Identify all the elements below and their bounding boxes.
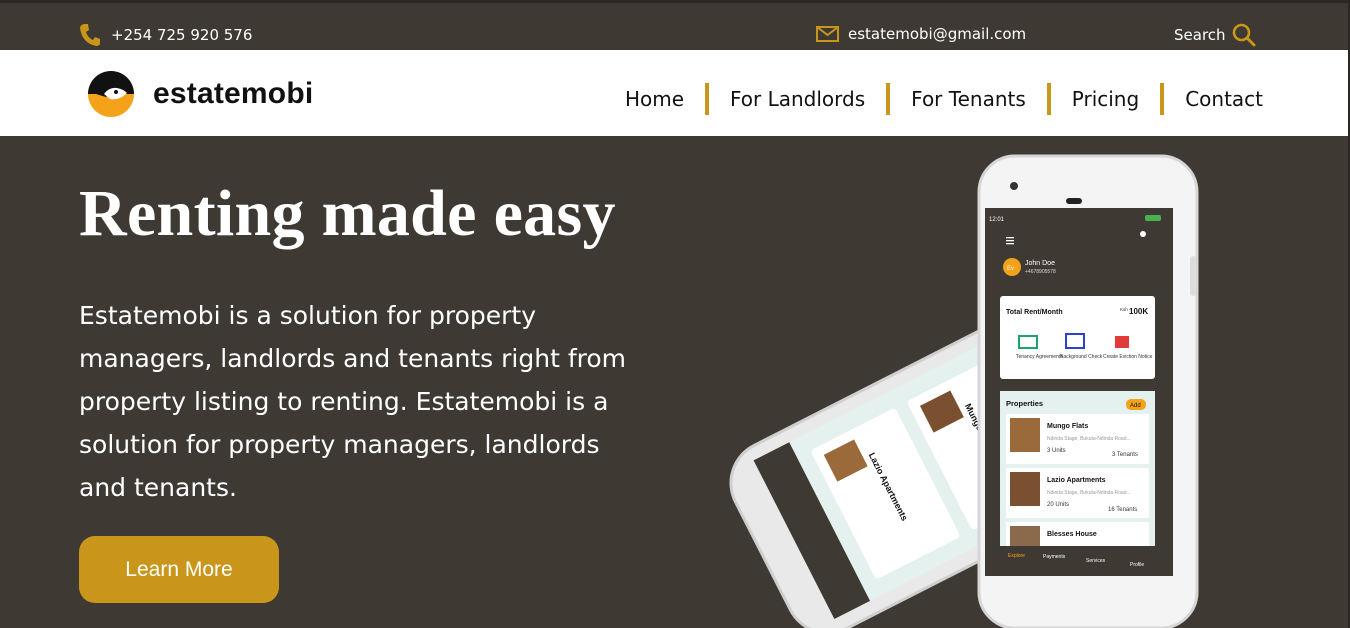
logo-icon xyxy=(88,71,134,117)
mockup-property-address: Ndinda Stage, Bukuta-Ndinda Road... xyxy=(1047,436,1131,442)
mockup-property-tenants: 16 Tenants xyxy=(1108,507,1137,513)
mockup-property-units: 3 Units xyxy=(1047,448,1066,454)
nav-home[interactable]: Home xyxy=(625,87,684,111)
primary-nav: Home For Landlords For Tenants Pricing C… xyxy=(625,83,1263,115)
nav-divider xyxy=(886,83,891,115)
mockup-user-phone: +4678905578 xyxy=(1025,269,1056,275)
phone-icon xyxy=(80,24,100,46)
mockup-status-time: 12:01 xyxy=(989,217,1005,223)
mockup-rent-label: Total Rent/Month xyxy=(1006,309,1063,316)
main-navbar: estatemobi Home For Landlords For Tenant… xyxy=(0,50,1350,136)
nav-contact[interactable]: Contact xyxy=(1185,87,1263,111)
mockup-property-address: Ndinda Stage, Bukuta-Ndinda Road... xyxy=(1047,490,1131,496)
email-address: estatemobi@gmail.com xyxy=(848,25,1027,43)
brand-name: estatemobi xyxy=(153,77,314,110)
mockup-property-name: Lazio Apartments xyxy=(1047,477,1106,484)
mockup-property-units: 20 Units xyxy=(1047,502,1069,508)
nav-pricing[interactable]: Pricing xyxy=(1072,87,1139,111)
nav-divider xyxy=(705,83,709,115)
mockup-user-initials: Ev xyxy=(1007,266,1014,272)
brand-logo-link[interactable]: estatemobi xyxy=(86,70,313,118)
phone-contact[interactable]: +254 725 920 576 xyxy=(79,23,252,47)
mockup-action-label: Background Check xyxy=(1060,354,1103,360)
top-info-bar: +254 725 920 576 estatemobi@gmail.com Se… xyxy=(0,0,1350,50)
mockup-add-label: Add xyxy=(1130,403,1141,409)
search-label: Search xyxy=(1174,26,1226,44)
mockup-user-name: John Doe xyxy=(1025,260,1055,267)
mockup-action-label: Tenancy Agreements xyxy=(1016,354,1063,360)
mockup-property-name: Blesses House xyxy=(1047,531,1097,538)
mockup-rent-currency: Ksh xyxy=(1120,307,1128,312)
nav-divider xyxy=(1046,83,1051,115)
app-mockup-illustration: Lazio Apartments Mungo Flats 12:01 Ev Jo… xyxy=(729,154,1199,628)
mockup-tab-label: Profile xyxy=(1130,562,1144,568)
nav-divider xyxy=(1160,83,1165,115)
mockup-action-label: Create Eviction Notice xyxy=(1103,354,1153,360)
mockup-property-name: Mungo Flats xyxy=(1047,423,1088,430)
nav-for-tenants[interactable]: For Tenants xyxy=(911,87,1026,111)
mockup-properties-title: Properties xyxy=(1006,399,1043,408)
hero-section: Renting made easy Estatemobi is a soluti… xyxy=(0,136,1350,628)
hero-description: Estatemobi is a solution for property ma… xyxy=(79,301,626,502)
mockup-tab-label: Services xyxy=(1086,558,1106,564)
search-button[interactable]: Search xyxy=(1174,23,1256,47)
mockup-tab-label: Payments xyxy=(1043,554,1066,560)
mockup-property-tenants: 3 Tenants xyxy=(1112,452,1138,458)
hero-title: Renting made easy xyxy=(79,177,616,250)
search-icon xyxy=(1232,23,1256,47)
learn-more-button[interactable]: Learn More xyxy=(79,536,279,603)
mail-icon xyxy=(816,26,839,42)
nav-for-landlords[interactable]: For Landlords xyxy=(730,87,865,111)
mockup-tab-label: Explore xyxy=(1008,553,1025,559)
mockup-rent-value: 100K xyxy=(1129,307,1148,316)
email-contact[interactable]: estatemobi@gmail.com xyxy=(816,25,1026,43)
phone-number: +254 725 920 576 xyxy=(111,26,253,44)
